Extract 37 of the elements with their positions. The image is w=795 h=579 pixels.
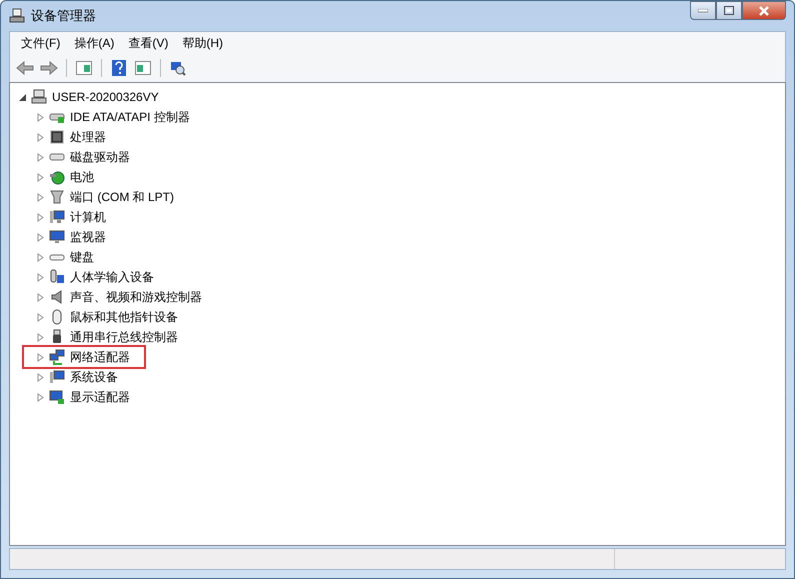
battery-icon [49,169,65,185]
input-device-icon [49,269,65,285]
display-icon [49,389,65,405]
tree-item[interactable]: IDE ATA/ATAPI 控制器 [68,108,192,126]
menu-item[interactable]: 操作(A) [67,32,122,54]
tree-item[interactable]: 端口 (COM 和 LPT) [68,188,176,206]
menu-item[interactable]: 查看(V) [121,32,176,54]
tree-item[interactable]: 系统设备 [68,368,120,386]
tree-item[interactable]: 声音、视频和游戏控制器 [68,288,204,306]
minimize-icon [698,8,708,12]
tree-item[interactable]: 键盘 [68,248,96,266]
computer-icon [31,89,47,105]
tree-item[interactable]: 电池 [68,168,96,186]
tree-item[interactable]: 人体学输入设备 [68,268,156,286]
tree-item[interactable]: 通用串行总线控制器 [68,328,180,346]
network-icon [49,349,65,365]
menu-item[interactable]: 帮助(H) [175,32,230,54]
monitor-icon [49,229,65,245]
tree-item[interactable]: 磁盘驱动器 [68,148,132,166]
menu-item[interactable]: 文件(F) [14,32,68,54]
maximize-icon [724,6,734,15]
tree-item[interactable]: 鼠标和其他指针设备 [68,308,180,326]
tree-item[interactable]: USER-20200326VY [50,89,161,105]
computer-icon [49,369,65,385]
minimize-button[interactable] [690,1,716,20]
window-title: 设备管理器 [31,7,96,25]
maximize-button[interactable] [716,1,742,20]
tree-item[interactable]: 网络适配器 [68,348,132,366]
computer-icon [49,209,65,225]
computer-icon [9,8,25,24]
tree-item[interactable]: 计算机 [68,208,108,226]
tree-item[interactable]: 监视器 [68,228,108,246]
close-button[interactable] [742,1,786,20]
tree-item[interactable]: 处理器 [68,128,108,146]
close-icon [758,6,770,16]
tree-item[interactable]: 显示适配器 [68,388,132,406]
chip-icon [49,129,65,145]
